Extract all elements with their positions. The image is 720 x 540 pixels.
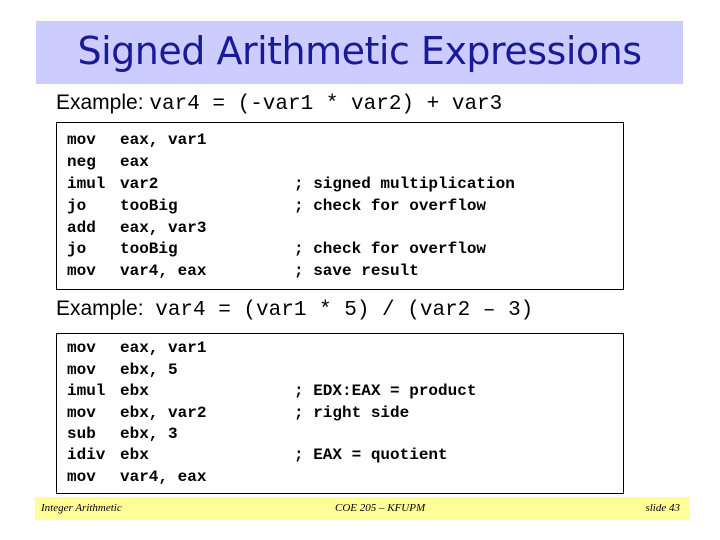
code-line: imul ebx ; EDX:EAX = product — [67, 382, 476, 403]
code-comment: ; signed multiplication — [294, 175, 515, 193]
code-op: mov — [67, 262, 96, 280]
code-comment: ; check for overflow — [294, 240, 487, 258]
code-args: var2 — [120, 175, 159, 193]
example-1-heading: Example: var4 = (-var1 * var2) + var3 — [56, 91, 502, 116]
code-line: mov ebx, var2 ; right side — [67, 404, 409, 425]
code-op: neg — [67, 153, 96, 171]
code-args: ebx — [120, 446, 149, 464]
code-line: jo tooBig ; check for overflow — [67, 240, 486, 261]
code-args: var4, eax — [120, 262, 207, 280]
footer-slide-number: slide 43 — [645, 502, 680, 514]
code-op: mov — [67, 468, 96, 486]
code-op: mov — [67, 404, 96, 422]
code-block-2: mov eax, var1 mov ebx, 5 imul ebx; EDX:EAX … — [56, 333, 624, 494]
code-args: tooBig — [120, 197, 178, 215]
code-line: mov var4, eax — [67, 468, 294, 489]
code-op: sub — [67, 425, 96, 443]
example-label: Example: — [56, 297, 144, 320]
code-block-1: mov eax, var1 neg eax imul var2 ; signed mul… — [56, 122, 624, 290]
code-comment: ; EAX = quotient — [294, 446, 448, 464]
code-args: eax — [120, 153, 149, 171]
example-2-heading: Example: var4 = (var1 * 5) / (var2 – 3) — [56, 297, 533, 322]
code-line: imul var2 ; signed multiplication — [67, 175, 515, 196]
code-line: mov ebx, 5 — [67, 361, 294, 382]
title-bar: Signed Arithmetic Expressions — [36, 21, 683, 84]
code-line: add eax, var3 — [67, 219, 294, 240]
code-line: mov var4, eax ; save result — [67, 262, 419, 283]
footer-course: COE 205 – KFUPM — [335, 502, 426, 514]
code-args: eax, var1 — [120, 339, 207, 357]
code-args: eax, var1 — [120, 131, 207, 149]
code-op: mov — [67, 361, 96, 379]
code-args: ebx, var2 — [120, 404, 207, 422]
code-args: ebx — [120, 382, 149, 400]
code-op: imul — [67, 382, 106, 400]
slide-footer: Integer Arithmetic COE 205 – KFUPM slide… — [35, 497, 690, 520]
code-args: ebx, 3 — [120, 425, 178, 443]
code-comment: ; save result — [294, 262, 419, 280]
example-expression: var4 = (-var1 * var2) + var3 — [149, 93, 503, 116]
code-op: idiv — [67, 446, 106, 464]
code-op: imul — [67, 175, 106, 193]
code-op: add — [67, 219, 96, 237]
footer-topic: Integer Arithmetic — [41, 502, 122, 514]
code-line: mov eax, var1 — [67, 131, 294, 152]
code-comment: ; right side — [294, 404, 410, 422]
example-expression: var4 = (var1 * 5) / (var2 – 3) — [155, 299, 534, 322]
code-line: jo tooBig ; check for overflow — [67, 197, 486, 218]
code-args: tooBig — [120, 240, 178, 258]
code-comment: ; check for overflow — [294, 197, 487, 215]
code-op: jo — [67, 197, 87, 215]
code-line: mov eax, var1 — [67, 339, 294, 360]
code-op: mov — [67, 131, 96, 149]
code-args: var4, eax — [120, 468, 207, 486]
code-op: mov — [67, 339, 96, 357]
code-comment: ; EDX:EAX = product — [294, 382, 477, 400]
code-op: jo — [67, 240, 87, 258]
code-args: ebx, 5 — [120, 361, 178, 379]
code-line: idiv ebx ; EAX = quotient — [67, 446, 448, 467]
slide-title: Signed Arithmetic Expressions — [77, 29, 642, 73]
code-args: eax, var3 — [120, 219, 207, 237]
example-label: Example: — [56, 91, 144, 114]
code-line: neg eax — [67, 153, 294, 174]
code-line: sub ebx, 3 — [67, 425, 294, 446]
